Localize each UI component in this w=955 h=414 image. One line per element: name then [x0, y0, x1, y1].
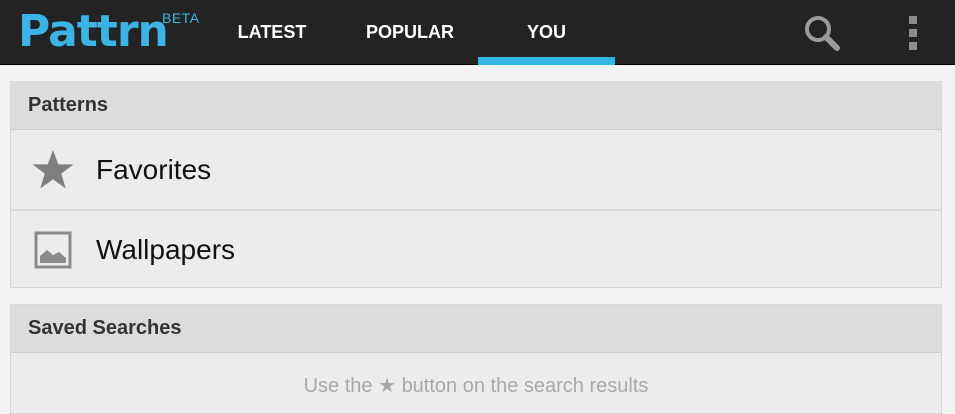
wallpapers-label: Wallpapers — [96, 233, 236, 265]
saved-searches-header: Saved Searches — [11, 305, 941, 353]
search-icon — [805, 15, 840, 51]
saved-searches-hint: Use the ★ button on the search results — [303, 375, 649, 397]
patterns-card: Patterns Favorites Wallpapers — [10, 81, 942, 288]
app-logo[interactable]: Pattrn — [18, 3, 169, 61]
patterns-header: Patterns — [11, 82, 941, 130]
image-icon — [31, 228, 75, 272]
tab-popular[interactable]: POPULAR — [342, 0, 478, 65]
beta-badge: BETA — [162, 10, 200, 26]
star-icon — [31, 148, 75, 192]
favorites-label: Favorites — [96, 153, 212, 185]
tab-you[interactable]: YOU — [478, 0, 615, 65]
action-bar: Pattrn BETA LATEST POPULAR YOU — [0, 0, 955, 65]
overflow-menu-icon — [909, 15, 917, 50]
tab-latest[interactable]: LATEST — [212, 0, 332, 65]
search-button[interactable] — [792, 0, 852, 65]
list-item-wallpapers[interactable]: Wallpapers — [11, 209, 941, 288]
list-item-favorites[interactable]: Favorites — [11, 130, 941, 209]
saved-searches-card: Saved Searches Use the ★ button on the s… — [10, 304, 942, 414]
overflow-menu-button[interactable] — [883, 0, 943, 65]
